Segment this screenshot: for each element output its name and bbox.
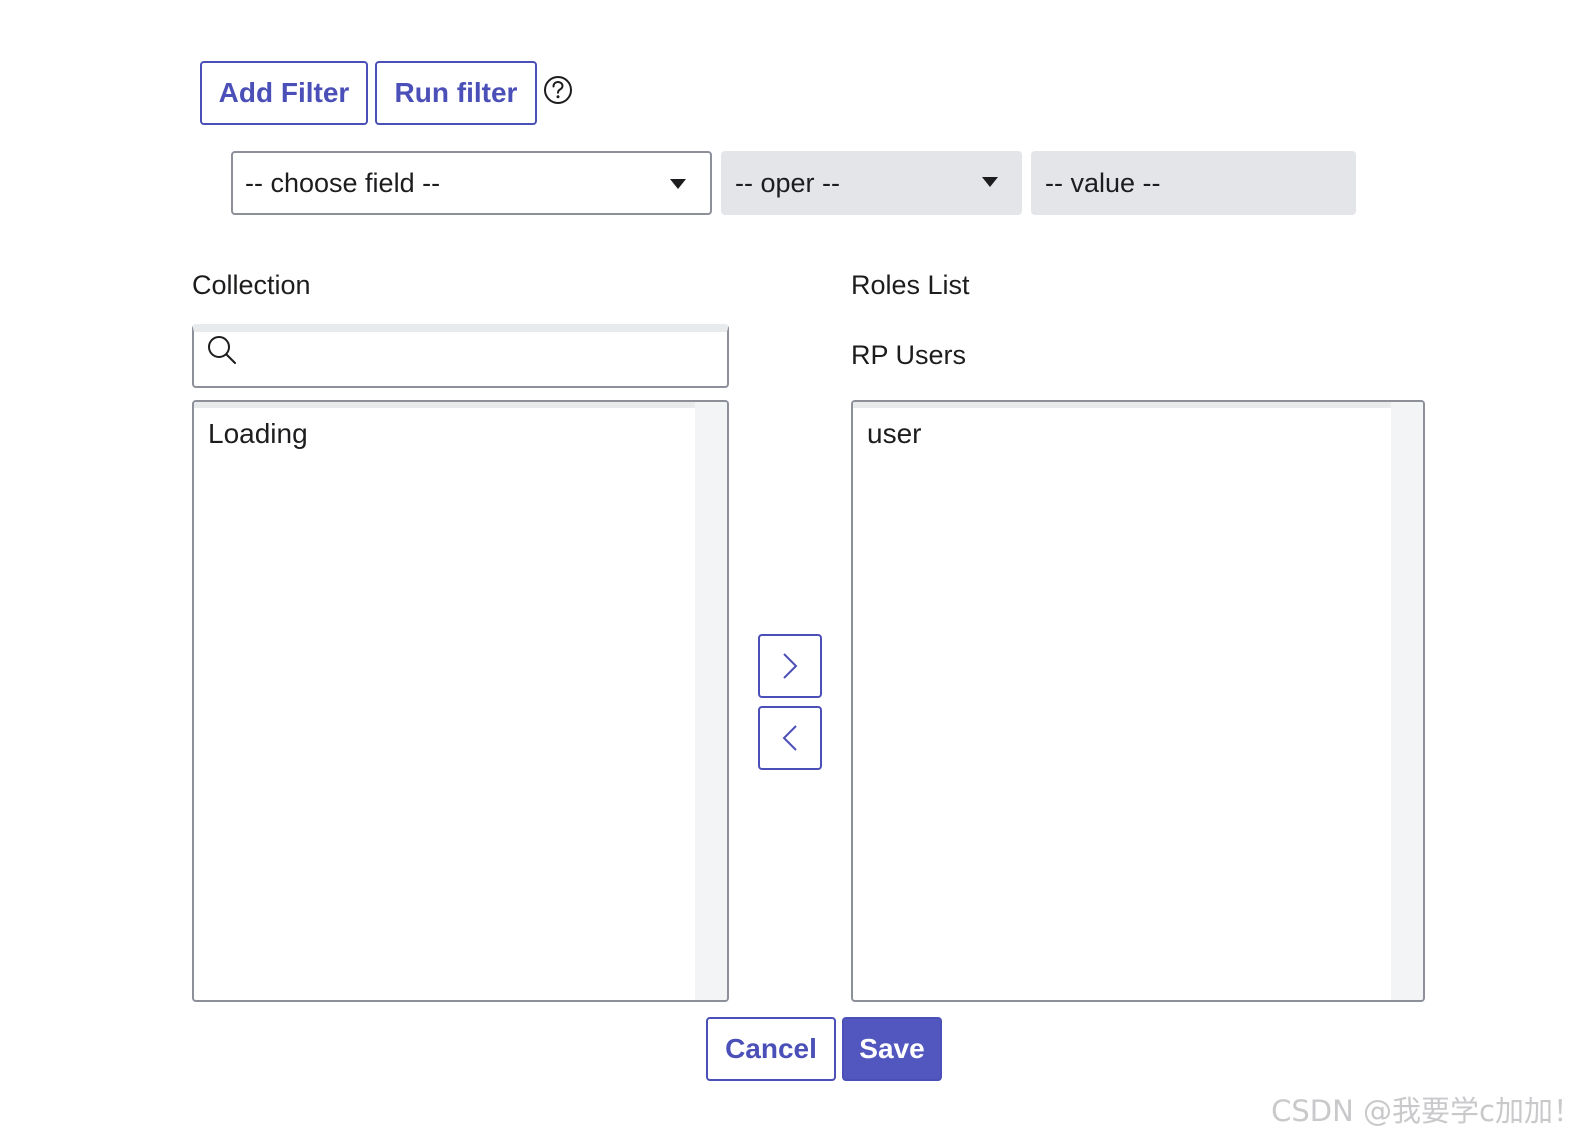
listbox-top-border bbox=[853, 402, 1423, 408]
listbox-top-border bbox=[194, 402, 727, 408]
roles-scrollbar[interactable] bbox=[1391, 402, 1423, 1000]
cancel-button[interactable]: Cancel bbox=[706, 1017, 836, 1081]
value-field[interactable]: -- value -- bbox=[1031, 151, 1356, 215]
rp-users-subtitle: RP Users bbox=[851, 340, 967, 370]
roles-list-title: Roles List bbox=[851, 270, 970, 300]
value-label: -- value -- bbox=[1045, 167, 1161, 198]
add-to-roles-button[interactable] bbox=[758, 634, 822, 698]
search-icon bbox=[208, 336, 236, 364]
search-input[interactable] bbox=[244, 332, 719, 386]
remove-from-roles-button[interactable] bbox=[758, 706, 822, 770]
collection-listbox[interactable]: Loading bbox=[192, 400, 729, 1002]
collection-scrollbar[interactable] bbox=[695, 402, 727, 1000]
collection-search-box[interactable] bbox=[192, 324, 729, 388]
roles-listbox[interactable]: user bbox=[851, 400, 1425, 1002]
watermark-text: CSDN @我要学c加加！ bbox=[1271, 1094, 1582, 1128]
operator-select[interactable]: -- oper -- bbox=[721, 151, 1022, 215]
caret-down-icon bbox=[670, 179, 686, 189]
chevron-left-icon bbox=[782, 725, 797, 751]
choose-field-select[interactable]: -- choose field -- bbox=[231, 151, 712, 215]
caret-down-icon bbox=[982, 177, 998, 187]
choose-field-label: -- choose field -- bbox=[245, 167, 441, 198]
collection-title: Collection bbox=[192, 270, 311, 300]
list-item[interactable]: user bbox=[867, 418, 921, 450]
question-circle-icon[interactable] bbox=[542, 74, 574, 106]
save-button[interactable]: Save bbox=[842, 1017, 942, 1081]
add-filter-button[interactable]: Add Filter bbox=[200, 61, 368, 125]
operator-label: -- oper -- bbox=[735, 167, 841, 198]
list-item[interactable]: Loading bbox=[208, 418, 308, 450]
run-filter-button[interactable]: Run filter bbox=[375, 61, 537, 125]
page: Add Filter Run filter -- choose field --… bbox=[0, 0, 1596, 1140]
chevron-right-icon bbox=[783, 653, 798, 679]
